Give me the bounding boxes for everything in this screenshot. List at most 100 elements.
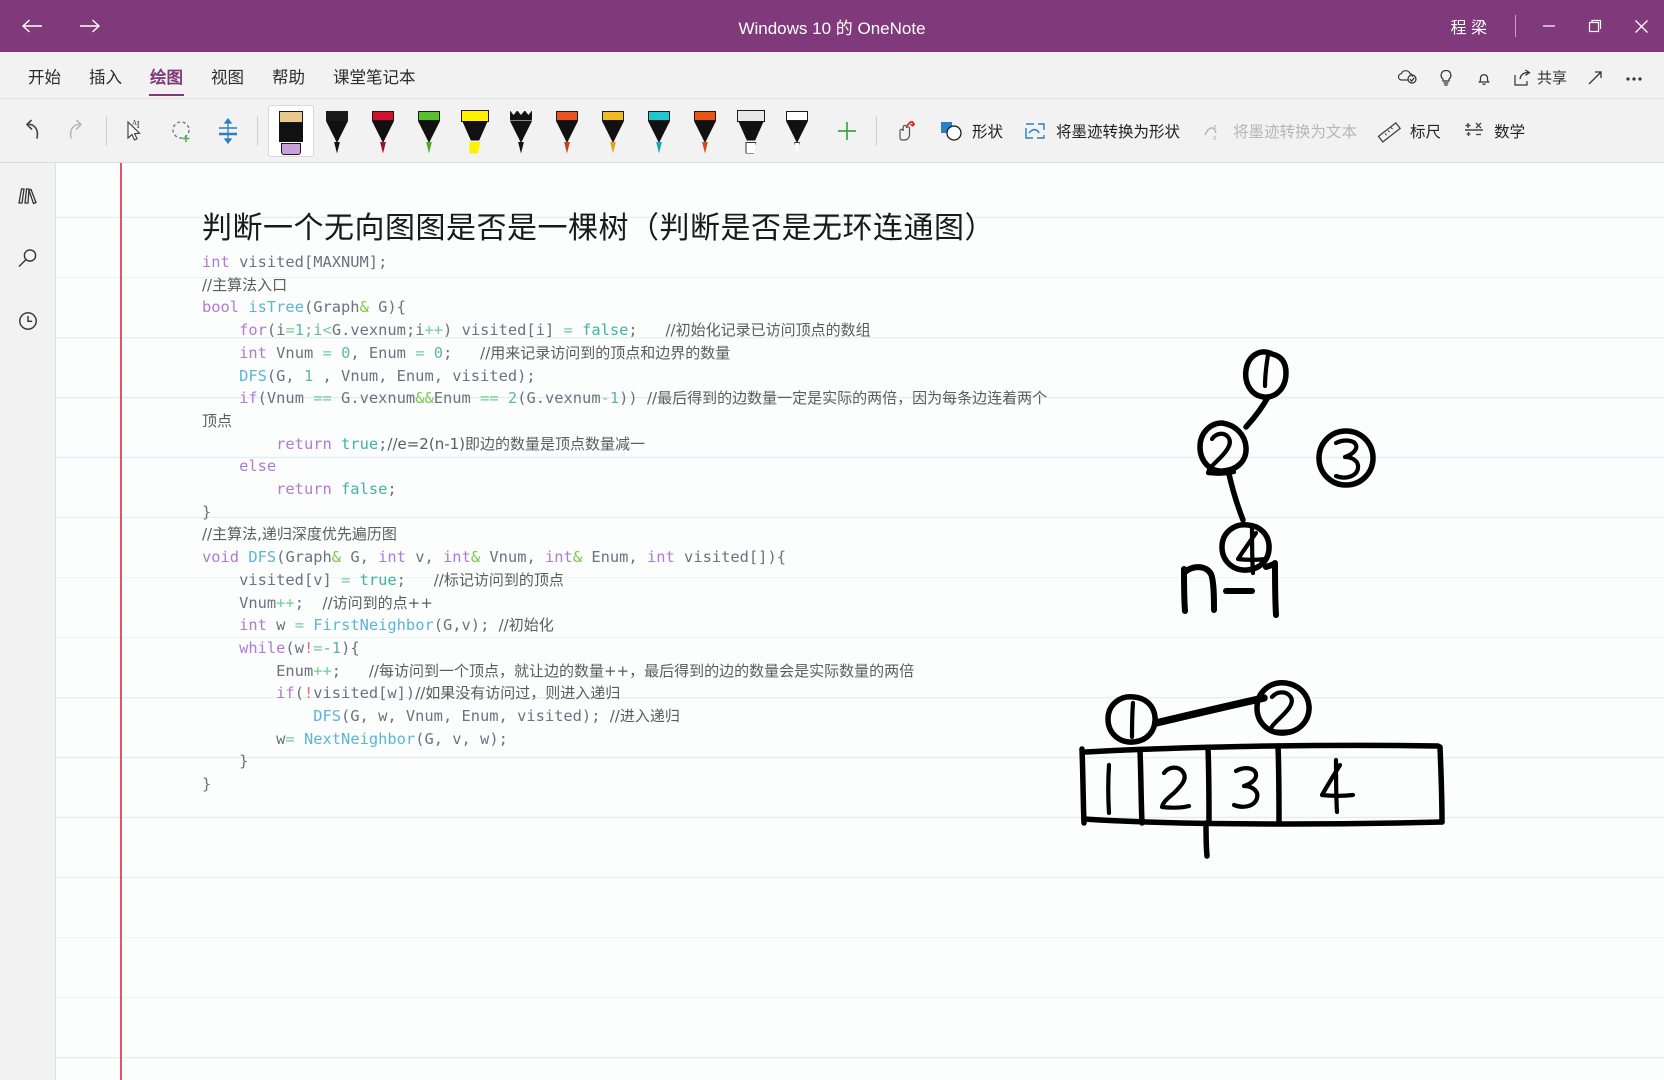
- pen-tip-icon: [794, 141, 800, 154]
- code-token: (Graph: [276, 548, 332, 567]
- tab-insert[interactable]: 插入: [75, 64, 136, 98]
- ink-to-shape-button[interactable]: 将墨迹转换为形状: [1013, 107, 1190, 155]
- select-text-icon: I A: [127, 119, 141, 141]
- back-button[interactable]: [10, 6, 54, 46]
- redo-button[interactable]: [54, 107, 100, 155]
- code-token: =: [313, 638, 323, 657]
- sidebar-item-notebooks[interactable]: [6, 177, 50, 217]
- code-token: int: [202, 253, 230, 271]
- more-options-button[interactable]: [1616, 64, 1652, 92]
- draw-with-touch-button[interactable]: [883, 107, 929, 155]
- pen-body-icon: [786, 120, 808, 143]
- code-token: //初始化记录已访问顶点的数组: [665, 321, 871, 340]
- pen-eraser[interactable]: [268, 104, 314, 157]
- ink-thickness-tool[interactable]: [205, 107, 251, 155]
- note-page[interactable]: 判断一个无向图图是否是一棵树（判断是否是无环连通图） int visited[M…: [56, 163, 1664, 1080]
- lasso-select-tool[interactable]: [159, 107, 205, 155]
- code-token: return: [276, 480, 332, 499]
- tab-class-notebook[interactable]: 课堂笔记本: [319, 64, 430, 98]
- ink-table-divider-2: [1205, 745, 1212, 825]
- account-name[interactable]: 程 梁: [1433, 14, 1505, 38]
- pencil-black[interactable]: [498, 105, 544, 157]
- ink-node-2-circle: [1254, 680, 1312, 736]
- code-token: ++: [313, 661, 332, 680]
- code-line: //主算法入口: [202, 274, 1062, 297]
- code-token: 1: [303, 366, 314, 385]
- notifications-button[interactable]: [1467, 64, 1501, 92]
- pen-cap-icon: [737, 109, 765, 122]
- code-line: DFS(G, w, Vnum, Enum, visited); //进入递归: [202, 705, 1062, 728]
- code-token: DFS: [313, 707, 342, 726]
- restore-button[interactable]: [1572, 0, 1618, 52]
- pen-cap-icon: [418, 110, 440, 121]
- sidebar-item-recent[interactable]: [6, 301, 50, 341]
- pen-tip-icon: [380, 141, 386, 154]
- code-token: 0: [433, 343, 444, 362]
- code-note-block[interactable]: int visited[MAXNUM];//主算法入口 bool isTree(G…: [202, 251, 1062, 796]
- code-token: Vnum: [202, 593, 277, 612]
- toolbar-divider-1: [106, 115, 107, 146]
- code-token: false: [341, 480, 388, 499]
- code-token: visited[MAXNUM];: [229, 253, 388, 271]
- shapes-icon: [941, 121, 962, 141]
- tell-me-button[interactable]: [1429, 64, 1463, 92]
- forward-button[interactable]: [68, 6, 112, 46]
- code-token: //进入递归: [609, 707, 680, 726]
- code-line: int w = FirstNeighbor(G,v); //初始化: [202, 614, 1062, 637]
- code-token: (Graph: [303, 298, 360, 317]
- pen-orange[interactable]: [544, 105, 590, 157]
- tab-draw[interactable]: 绘图: [136, 64, 197, 98]
- sync-status-button[interactable]: [1389, 64, 1425, 92]
- code-line: }: [202, 773, 1062, 796]
- code-token: (G.vexnum: [517, 389, 601, 408]
- shapes-button[interactable]: 形状: [929, 107, 1013, 155]
- page-title[interactable]: 判断一个无向图图是否是一棵树（判断是否是无环连通图）: [202, 203, 995, 247]
- code-token: }: [202, 502, 212, 521]
- close-button[interactable]: [1618, 0, 1664, 52]
- share-button[interactable]: 共享: [1505, 63, 1574, 92]
- pen-white[interactable]: [774, 105, 820, 157]
- sidebar-item-search[interactable]: [6, 239, 50, 279]
- pen-body-icon: [602, 120, 624, 143]
- tab-help[interactable]: 帮助: [258, 64, 319, 98]
- marker-white[interactable]: [728, 105, 774, 157]
- ruler-button[interactable]: 标尺: [1367, 107, 1451, 155]
- svg-text:a: a: [1213, 122, 1217, 131]
- undo-button[interactable]: [8, 107, 54, 155]
- code-token: G,: [341, 548, 379, 567]
- fullscreen-button[interactable]: [1578, 64, 1612, 92]
- code-token: (i: [266, 321, 286, 340]
- notebooks-icon: [17, 188, 37, 205]
- add-pen-button[interactable]: [824, 107, 870, 155]
- pen-orange-2[interactable]: [682, 105, 728, 157]
- tab-home[interactable]: 开始: [14, 64, 75, 98]
- title-divider: [1515, 15, 1516, 37]
- pen-cyan[interactable]: [636, 105, 682, 157]
- highlighter-yellow[interactable]: [452, 105, 498, 157]
- math-button[interactable]: 数学: [1451, 107, 1535, 155]
- select-text-tool[interactable]: I A: [113, 107, 159, 155]
- tab-view[interactable]: 视图: [197, 64, 258, 98]
- code-token: -: [600, 389, 610, 408]
- ink-to-text-button[interactable]: a a 将墨迹转换为文本: [1190, 107, 1367, 155]
- pen-gold[interactable]: [590, 105, 636, 157]
- toolbar-divider-2: [257, 115, 258, 146]
- share-icon: [1514, 68, 1531, 86]
- pen-red[interactable]: [360, 105, 406, 157]
- expand-icon: [1588, 70, 1602, 84]
- code-token: )): [619, 389, 647, 408]
- minimize-button[interactable]: [1526, 0, 1572, 52]
- pen-black[interactable]: [314, 105, 360, 157]
- pen-green[interactable]: [406, 105, 452, 157]
- code-token: //访问到的点++: [322, 593, 433, 612]
- code-token: !: [303, 638, 314, 657]
- ink-cell-value-1: [1106, 762, 1112, 816]
- ink-to-shape-label: 将墨迹转换为形状: [1056, 123, 1181, 141]
- pen-tip-icon: [745, 141, 757, 154]
- pen-body-icon: [694, 120, 716, 143]
- code-token: ;: [294, 593, 323, 612]
